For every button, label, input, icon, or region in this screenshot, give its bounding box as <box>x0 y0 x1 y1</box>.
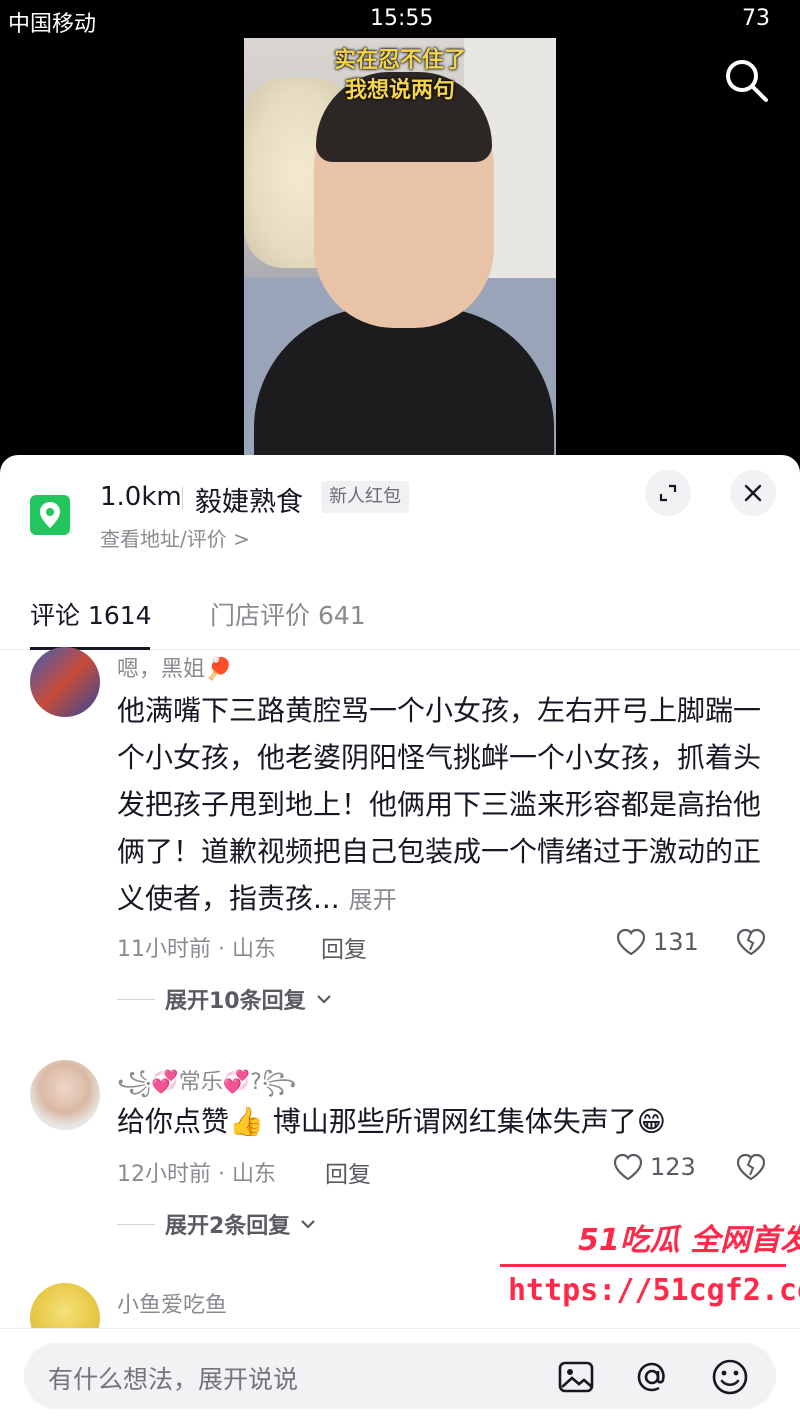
comment-input-placeholder: 有什么想法，展开说说 <box>48 1365 299 1394</box>
caption-line-2: 我想说两句 <box>344 78 455 103</box>
comment-item: 嗯，黑姐🏓 他满嘴下三路黄腔骂一个小女孩，左右开弓上脚踹一个小女孩，他老婆阴阳怪… <box>0 647 800 1017</box>
clock: 15:55 <box>370 6 434 31</box>
search-icon[interactable] <box>722 56 770 104</box>
chevron-down-icon <box>316 995 331 1004</box>
caption-line-1: 实在忍不住了 <box>333 48 466 73</box>
expand-text-link[interactable]: 展开 <box>349 886 397 914</box>
comment-username[interactable]: 小鱼爱吃鱼 <box>117 1287 227 1319</box>
video-player[interactable]: 实在忍不住了 我想说两句 <box>0 0 800 470</box>
watermark-url: https://51cgf2.com <box>508 1273 800 1308</box>
like-count: 123 <box>650 1153 696 1181</box>
like-button[interactable]: 123 <box>612 1152 696 1182</box>
status-bar: 中国移动 15:55 73 <box>0 0 800 40</box>
store-distance: 1.0km <box>100 482 182 512</box>
reply-button[interactable]: 回复 <box>321 930 367 964</box>
divider <box>117 998 155 1000</box>
avatar[interactable] <box>30 647 100 717</box>
store-header[interactable]: 1.0km 毅婕熟食 新人红包 查看地址/评价 > <box>0 455 800 575</box>
reply-button[interactable]: 回复 <box>325 1155 371 1189</box>
comment-input-bar: 有什么想法，展开说说 <box>0 1328 800 1422</box>
expand-replies-label: 展开10条回复 <box>165 989 306 1014</box>
address-link[interactable]: 查看地址/评价 > <box>100 523 250 552</box>
at-mention-icon[interactable] <box>630 1355 674 1399</box>
video-caption: 实在忍不住了 我想说两句 <box>244 46 556 106</box>
broken-heart-icon[interactable] <box>735 927 767 957</box>
close-button[interactable] <box>730 470 776 516</box>
tab-comments[interactable]: 评论 1614 <box>30 596 152 632</box>
tab-bar: 评论 1614 门店评价 641 <box>0 580 800 650</box>
comment-text: 给你点赞👍 博山那些所谓网红集体失声了😁 <box>117 1098 777 1145</box>
comment-username[interactable]: 嗯，黑姐🏓 <box>117 651 232 683</box>
emoji-icon[interactable] <box>708 1355 752 1399</box>
comment-input[interactable]: 有什么想法，展开说说 <box>24 1343 776 1409</box>
like-count: 131 <box>653 928 699 956</box>
image-icon[interactable] <box>554 1355 598 1399</box>
avatar[interactable] <box>30 1283 100 1328</box>
carrier-label: 中国移动 <box>8 12 97 37</box>
divider <box>117 1223 155 1225</box>
location-pin-icon <box>30 495 70 535</box>
comment-text: 他满嘴下三路黄腔骂一个小女孩，左右开弓上脚踹一个小女孩，他老婆阴阳怪气挑衅一个小… <box>117 687 777 924</box>
comment-item: ꧁💞常乐💞?꧂ 给你点赞👍 博山那些所谓网红集体失声了😁 12小时前 · 山东 … <box>0 1058 800 1240</box>
store-name[interactable]: 毅婕熟食 <box>195 480 303 519</box>
heart-icon <box>613 1153 643 1181</box>
expand-icon <box>659 484 677 502</box>
broken-heart-icon[interactable] <box>735 1152 767 1182</box>
tab-store-reviews[interactable]: 门店评价 641 <box>210 596 366 632</box>
expand-replies-button[interactable]: 展开10条回复 <box>117 983 332 1015</box>
watermark-line <box>500 1264 786 1267</box>
comment-meta: 12小时前 · 山东 <box>117 1162 276 1187</box>
expand-replies-label: 展开2条回复 <box>165 1214 291 1239</box>
new-user-badge[interactable]: 新人红包 <box>321 481 409 513</box>
comment-body: 给你点赞👍 博山那些所谓网红集体失声了😁 <box>117 1105 666 1138</box>
close-icon <box>744 484 762 502</box>
avatar[interactable] <box>30 1060 100 1130</box>
comment-body: 他满嘴下三路黄腔骂一个小女孩，左右开弓上脚踹一个小女孩，他老婆阴阳怪气挑衅一个小… <box>117 694 762 915</box>
heart-icon <box>616 928 646 956</box>
chevron-down-icon <box>301 1220 316 1229</box>
expand-replies-button[interactable]: 展开2条回复 <box>117 1208 316 1240</box>
like-button[interactable]: 131 <box>615 927 699 957</box>
watermark-title: 51吃瓜 全网首发 <box>578 1223 800 1258</box>
fullscreen-button[interactable] <box>645 470 691 516</box>
site-watermark: 51吃瓜 全网首发 https://51cgf2.com <box>498 1215 800 1325</box>
battery-level: 73 <box>742 6 770 31</box>
divider <box>182 487 183 509</box>
video-frame: 实在忍不住了 我想说两句 <box>244 38 556 458</box>
comment-meta: 11小时前 · 山东 <box>117 937 276 962</box>
